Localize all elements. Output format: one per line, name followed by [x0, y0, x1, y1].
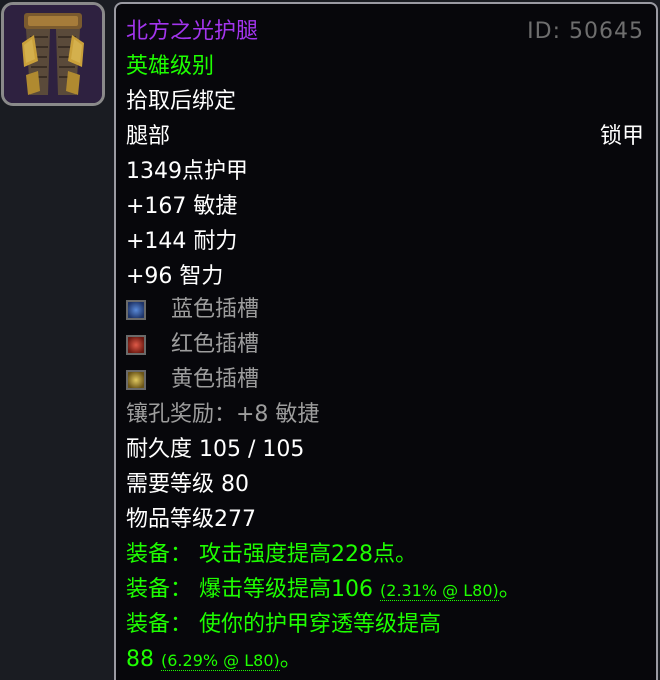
equip-effect-crit[interactable]: 装备： 爆击等级提高106 (2.31% @ L80)。 [126, 576, 521, 605]
item-id: ID: 50645 [527, 19, 644, 44]
socket-label-blue: 蓝色插槽 [171, 297, 260, 322]
item-armor-type: 锁甲 [599, 124, 644, 149]
item-armor: 1349点护甲 [126, 159, 248, 184]
equip-text: 爆击等级提高106 [199, 577, 374, 602]
item-binding: 拾取后绑定 [126, 89, 237, 114]
equip-text: 攻击强度提高228点。 [199, 542, 418, 567]
stat-intellect: +96 智力 [126, 264, 224, 289]
equip-effect-armor-pen[interactable]: 装备： 使你的护甲穿透等级提高 [126, 611, 441, 639]
stat-agility: +167 敏捷 [126, 194, 238, 219]
equip-suffix: 。 [279, 647, 302, 672]
equip-suffix: 。 [498, 577, 521, 602]
equip-prefix: 装备： [126, 612, 193, 637]
required-level: 需要等级 80 [126, 472, 249, 497]
equip-text: 使你的护甲穿透等级提高 [199, 612, 442, 637]
equip-effect-attack-power[interactable]: 装备： 攻击强度提高228点。 [126, 541, 417, 569]
socket-label-yellow: 黄色插槽 [171, 367, 260, 392]
equip-prefix: 装备： [126, 577, 193, 602]
yellow-socket-icon [126, 370, 146, 390]
item-level: 物品等级277 [126, 507, 256, 532]
equip-detail[interactable]: (2.31% @ L80) [380, 581, 499, 601]
item-icon-frame[interactable] [1, 2, 105, 106]
item-quality: 英雄级别 [126, 54, 215, 79]
equip-detail[interactable]: (6.29% @ L80) [161, 651, 280, 671]
stat-stamina: +144 耐力 [126, 229, 238, 254]
blue-socket-icon [126, 300, 146, 320]
item-slot: 腿部 [126, 124, 171, 149]
equip-text2: 88 [126, 647, 154, 672]
equip-effect-armor-pen-cont[interactable]: 88 (6.29% @ L80)。 [126, 646, 302, 675]
equip-prefix: 装备： [126, 542, 193, 567]
socket-label-red: 红色插槽 [171, 332, 260, 357]
item-tooltip: 北方之光护腿 ID: 50645 英雄级别 拾取后绑定 腿部 锁甲 1349点护… [114, 2, 658, 680]
durability: 耐久度 105 / 105 [126, 437, 305, 462]
socket-bonus: 镶孔奖励：+8 敏捷 [126, 402, 320, 427]
item-name[interactable]: 北方之光护腿 [126, 18, 258, 46]
red-socket-icon [126, 335, 146, 355]
mail-leggings-icon [4, 5, 102, 103]
